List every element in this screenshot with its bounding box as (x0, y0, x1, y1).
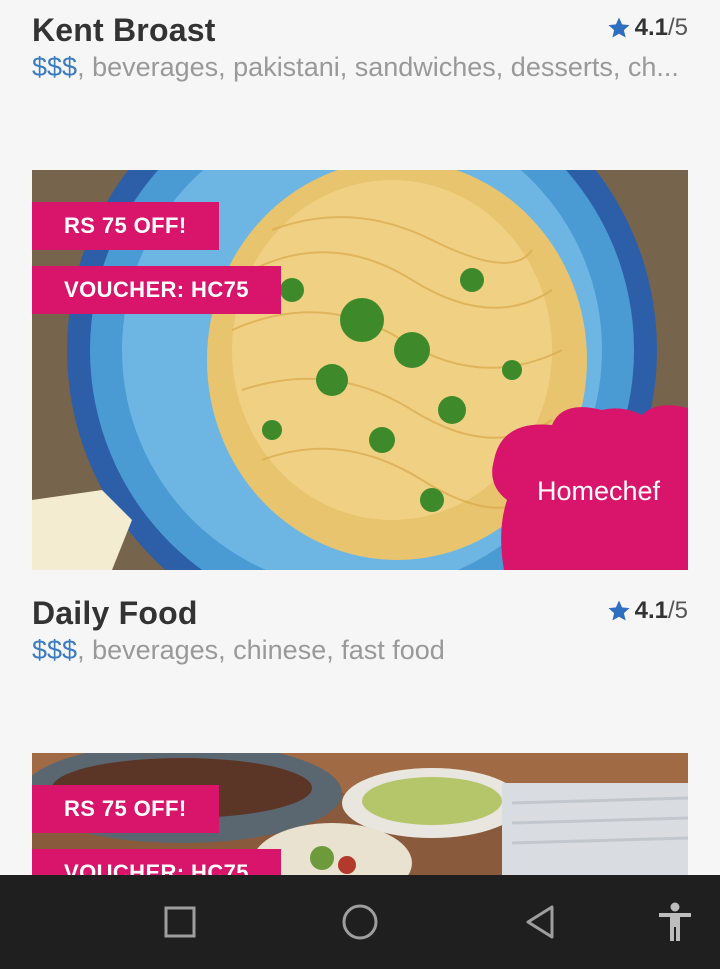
back-button[interactable] (500, 875, 580, 969)
restaurant-banner-image[interactable]: RS 75 OFF! VOUCHER: HC75 (32, 753, 688, 875)
rating-total: /5 (667, 597, 688, 624)
recent-apps-button[interactable] (140, 875, 220, 969)
voucher-badge: VOUCHER: HC75 (32, 266, 281, 314)
home-button[interactable] (320, 875, 400, 969)
star-icon (608, 17, 630, 38)
rating: 4.1/5 (607, 14, 688, 42)
restaurant-item[interactable]: Kent Broast 4.1/5 $$$, beverages, pakist… (32, 12, 688, 83)
accessibility-button[interactable] (635, 875, 715, 969)
discount-badge: RS 75 OFF! (32, 202, 219, 250)
system-navigation-bar (0, 875, 720, 969)
restaurant-tags: $$$, beverages, chinese, fast food (32, 635, 688, 666)
voucher-badge: VOUCHER: HC75 (32, 849, 281, 875)
restaurant-item[interactable]: Daily Food 4.1/5 $$$, beverages, chinese… (32, 595, 688, 666)
accessibility-icon (659, 902, 691, 941)
restaurant-name: Daily Food (32, 595, 198, 631)
discount-badge: RS 75 OFF! (32, 785, 219, 833)
cuisine-list: , beverages, chinese, fast food (77, 635, 445, 665)
back-icon (526, 905, 554, 939)
cuisine-list: , beverages, pakistani, sandwiches, dess… (77, 52, 679, 82)
recent-apps-icon (164, 906, 196, 938)
homechef-logo: Homechef (537, 476, 661, 506)
price-level: $$$ (32, 52, 78, 82)
price-level: $$$ (32, 635, 78, 665)
restaurant-tags: $$$, beverages, pakistani, sandwiches, d… (32, 52, 688, 83)
restaurant-banner-image[interactable]: Homechef RS 75 OFF! VOUCHER: HC75 (32, 170, 688, 570)
home-icon (342, 904, 378, 940)
rating: 4.1/5 (607, 597, 688, 625)
rating-total: /5 (667, 14, 688, 41)
restaurant-name: Kent Broast (32, 12, 216, 48)
rating-score: 4.1 (634, 597, 668, 624)
star-icon (608, 600, 630, 621)
rating-score: 4.1 (634, 14, 668, 41)
